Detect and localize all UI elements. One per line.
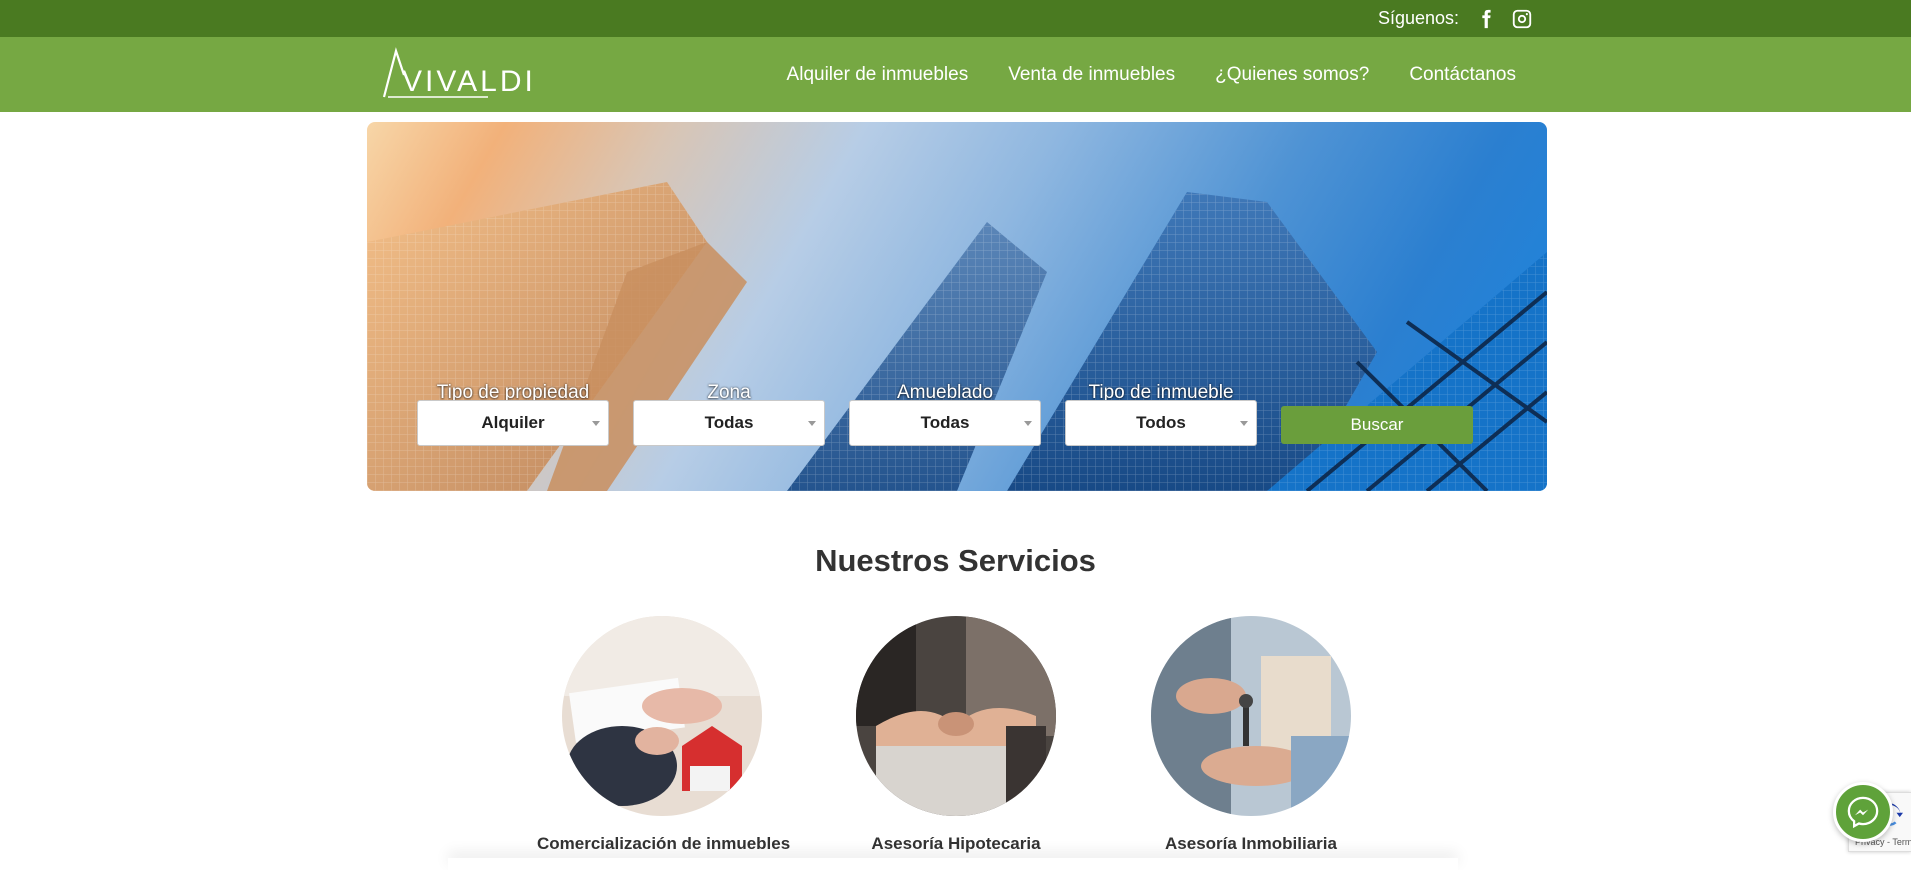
filter-amueblado: Amueblado Todas: [849, 380, 1041, 446]
service-card-inmobiliaria[interactable]: Asesoría Inmobiliaria: [1126, 616, 1376, 854]
messenger-icon: [1847, 796, 1879, 829]
hero-banner: Tipo de propiedad Alquiler Zona Todas Am…: [367, 122, 1547, 491]
select-value: Todas: [704, 413, 754, 432]
service-image: [562, 616, 762, 816]
nav-alquiler[interactable]: Alquiler de inmuebles: [787, 64, 969, 86]
amueblado-select[interactable]: Todas: [849, 400, 1041, 446]
select-value: Todos: [1136, 413, 1186, 432]
services-title: Nuestros Servicios: [815, 543, 1096, 578]
zona-select[interactable]: Todas: [633, 400, 825, 446]
service-card-hipotecaria[interactable]: Asesoría Hipotecaria: [831, 616, 1081, 854]
property-search-form: Tipo de propiedad Alquiler Zona Todas Am…: [417, 380, 1517, 460]
main-nav: Alquiler de inmuebles Venta de inmuebles…: [787, 37, 1516, 112]
service-card-comercializacion[interactable]: Comercialización de inmuebles: [537, 616, 791, 854]
vivaldi-logo[interactable]: VIVALDI: [378, 47, 550, 101]
chevron-down-icon: [1024, 421, 1032, 426]
chevron-down-icon: [808, 421, 816, 426]
nav-venta[interactable]: Venta de inmuebles: [1008, 64, 1175, 86]
messenger-chat-button[interactable]: [1833, 782, 1893, 842]
svg-text:VIVALDI: VIVALDI: [402, 65, 536, 98]
main-navbar: VIVALDI Alquiler de inmuebles Venta de i…: [0, 37, 1911, 112]
search-button[interactable]: Buscar: [1281, 406, 1473, 444]
service-image: [856, 616, 1056, 816]
filter-zona: Zona Todas: [633, 380, 825, 446]
select-value: Todas: [920, 413, 970, 432]
filter-tipo-inmueble: Tipo de inmueble Todos: [1065, 380, 1257, 446]
select-value: Alquiler: [481, 413, 545, 432]
service-title: Comercialización de inmuebles: [537, 834, 791, 853]
service-title: Asesoría Hipotecaria: [871, 834, 1041, 853]
tipo-inmueble-select[interactable]: Todos: [1065, 400, 1257, 446]
instagram-icon[interactable]: [1511, 6, 1533, 32]
chevron-down-icon: [1240, 421, 1248, 426]
chevron-down-icon: [592, 421, 600, 426]
service-title: Asesoría Inmobiliaria: [1165, 834, 1337, 853]
social-follow: Síguenos:: [1378, 0, 1533, 37]
filter-tipo-propiedad: Tipo de propiedad Alquiler: [417, 380, 609, 446]
follow-label: Síguenos:: [1377, 8, 1459, 28]
top-bar: Síguenos:: [0, 0, 1911, 37]
nav-quienes-somos[interactable]: ¿Quienes somos?: [1215, 64, 1369, 86]
content-card-shadow: [448, 858, 1458, 870]
nav-contactanos[interactable]: Contáctanos: [1409, 64, 1516, 86]
tipo-propiedad-select[interactable]: Alquiler: [417, 400, 609, 446]
service-image: [1151, 616, 1351, 816]
facebook-icon[interactable]: [1475, 6, 1497, 32]
